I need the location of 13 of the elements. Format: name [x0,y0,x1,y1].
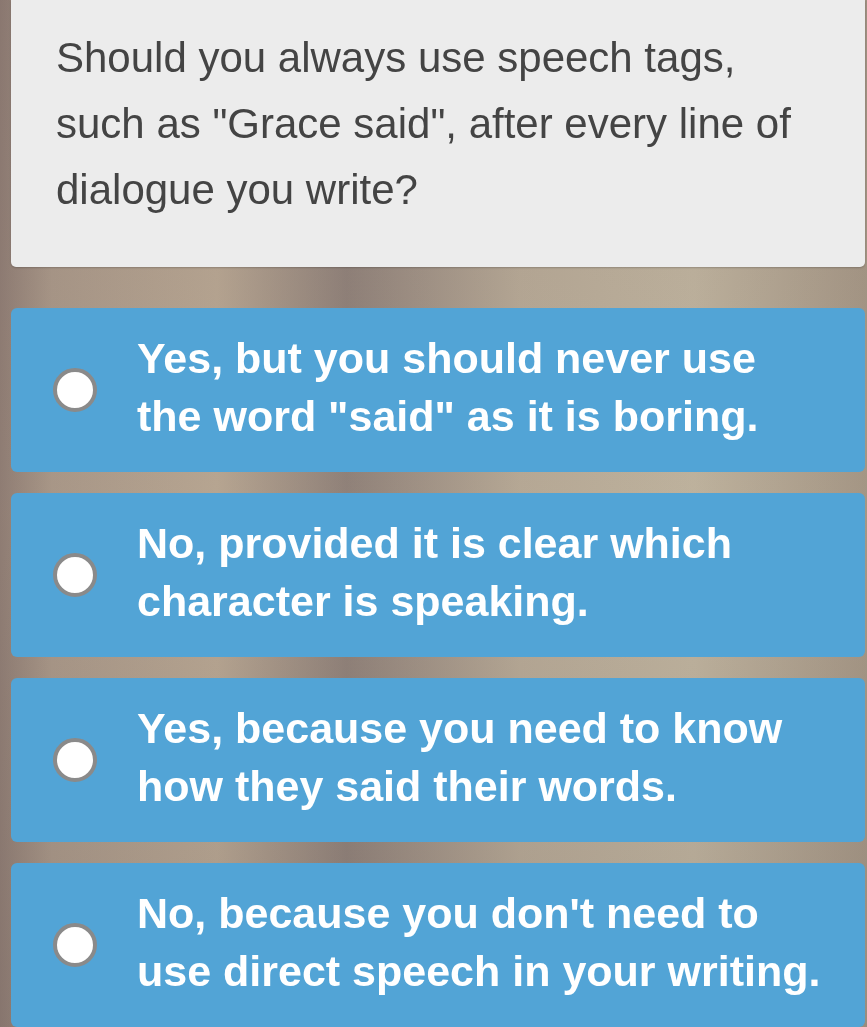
answer-text: No, provided it is clear which character is speaking. [137,518,733,627]
answer-option[interactable]: No, provided it is clear which character is speaking. [11,493,865,657]
radio-button-icon[interactable] [53,923,97,967]
question-text: Should you always use speech tags, such as "Grace said", after every line of dialogue you write? [56,33,792,215]
radio-button-icon[interactable] [53,738,97,782]
answer-option[interactable]: No, because you don't need to use direct speech in your writing. [11,863,865,1027]
answer-text: Yes, but you should never use the word "said" as it is boring. [137,333,760,442]
answer-option[interactable]: Yes, but you should never use the word "said" as it is boring. [11,308,865,472]
radio-button-icon[interactable] [53,553,97,597]
answer-text: Yes, because you need to know how they said their words. [137,703,784,812]
radio-button-icon[interactable] [53,368,97,412]
answer-text: No, because you don't need to use direct speech in your writing. [137,888,822,997]
answer-option[interactable]: Yes, because you need to know how they said their words. [11,678,865,842]
